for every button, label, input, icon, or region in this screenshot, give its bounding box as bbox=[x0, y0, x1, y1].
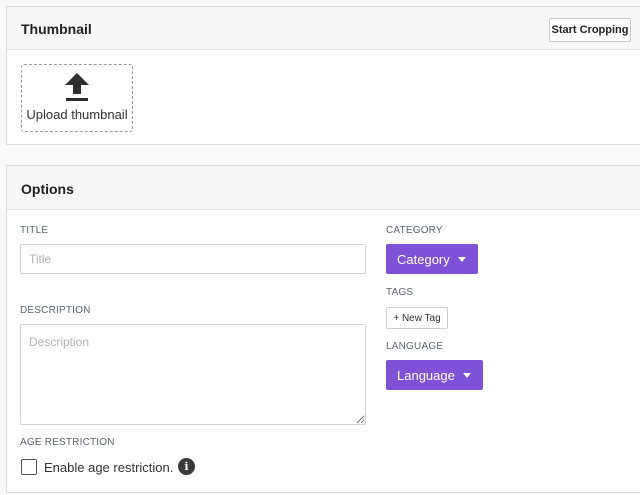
options-panel-header: Options bbox=[7, 166, 640, 210]
caret-down-icon bbox=[457, 256, 466, 262]
description-field-label: DESCRIPTION bbox=[20, 305, 91, 316]
info-icon[interactable]: i bbox=[178, 458, 195, 475]
thumbnail-title: Thumbnail bbox=[21, 21, 92, 37]
start-cropping-button[interactable]: Start Cropping bbox=[549, 18, 631, 42]
language-dropdown[interactable]: Language bbox=[386, 360, 483, 390]
age-restriction-checkbox-label[interactable]: Enable age restriction. bbox=[44, 460, 173, 475]
age-restriction-label: AGE RESTRICTION bbox=[20, 437, 115, 448]
upload-arrow-icon bbox=[65, 73, 89, 101]
options-panel: Options TITLE DESCRIPTION AGE RESTRICTIO… bbox=[6, 165, 640, 493]
thumbnail-panel-header: Thumbnail Start Cropping bbox=[7, 7, 640, 50]
thumbnail-panel: Thumbnail Start Cropping Upload thumbnai… bbox=[6, 6, 640, 145]
language-dropdown-label: Language bbox=[397, 367, 455, 383]
new-tag-button[interactable]: + New Tag bbox=[386, 307, 448, 329]
options-title: Options bbox=[21, 181, 74, 197]
upload-thumbnail-label: Upload thumbnail bbox=[26, 107, 128, 122]
tags-label: TAGS bbox=[386, 287, 414, 298]
language-label: LANGUAGE bbox=[386, 341, 444, 352]
title-input[interactable] bbox=[20, 244, 366, 274]
category-label: CATEGORY bbox=[386, 225, 443, 236]
title-field-label: TITLE bbox=[20, 225, 49, 236]
age-restriction-checkbox[interactable] bbox=[21, 459, 37, 475]
category-dropdown[interactable]: Category bbox=[386, 244, 478, 274]
description-textarea[interactable] bbox=[20, 324, 366, 425]
category-dropdown-label: Category bbox=[397, 251, 450, 267]
caret-down-icon bbox=[462, 372, 471, 378]
upload-thumbnail-button[interactable]: Upload thumbnail bbox=[21, 64, 133, 132]
